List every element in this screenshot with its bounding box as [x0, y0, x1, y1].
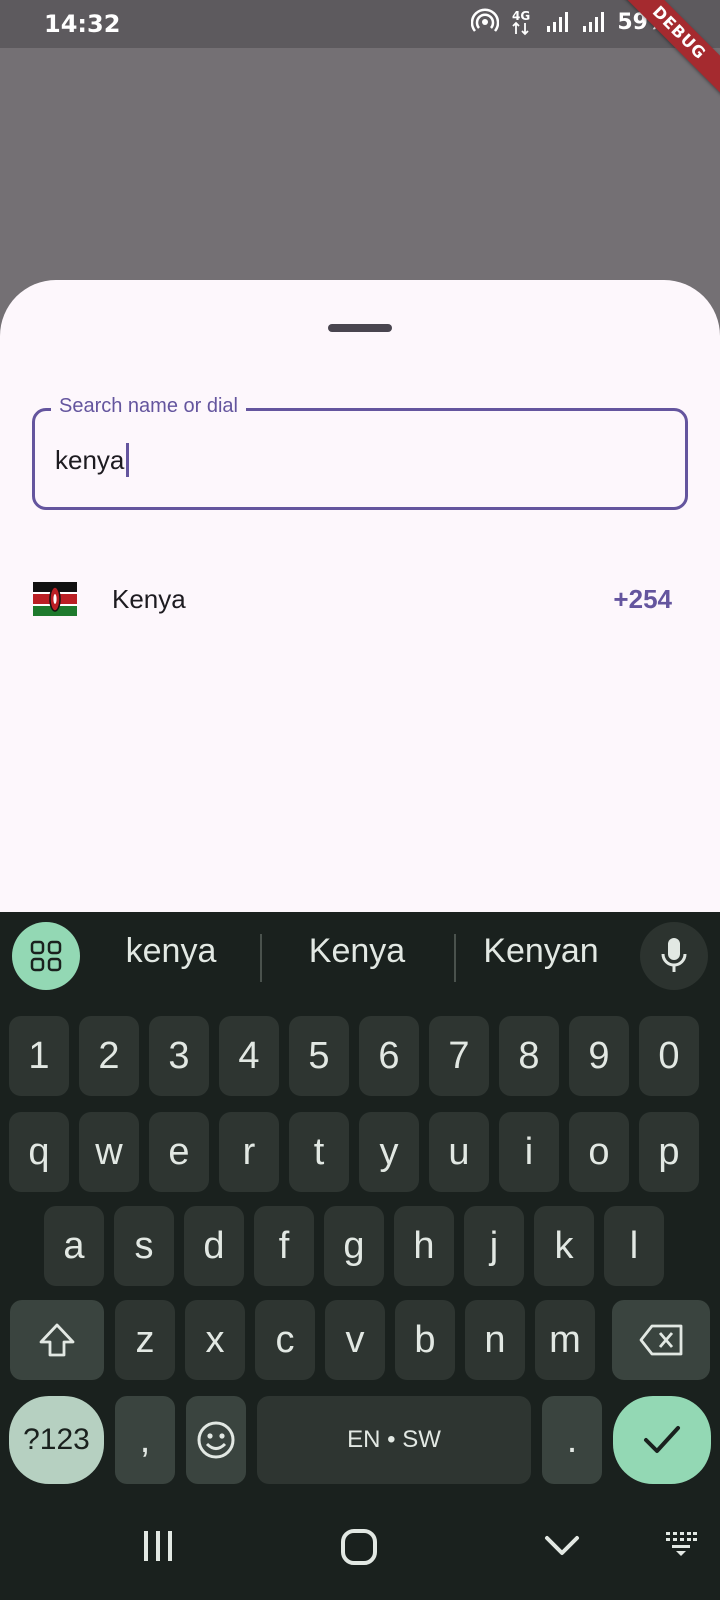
letter-key-w[interactable]: w [79, 1112, 139, 1192]
backspace-icon [639, 1324, 683, 1356]
hotspot-icon [471, 8, 500, 32]
search-field[interactable]: Search name or dial kenya [32, 395, 688, 510]
letter-key-b[interactable]: b [395, 1300, 455, 1380]
suggestion-bar: kenya Kenya Kenyan [0, 912, 720, 1012]
recents-button[interactable] [140, 1528, 176, 1564]
number-key-9[interactable]: 9 [569, 1016, 629, 1096]
number-key-8[interactable]: 8 [499, 1016, 559, 1096]
letter-key-t[interactable]: t [289, 1112, 349, 1192]
suggestion-3[interactable]: Kenyan [456, 932, 626, 971]
checkmark-icon [644, 1426, 680, 1453]
letter-key-e[interactable]: e [149, 1112, 209, 1192]
backspace-key[interactable] [612, 1300, 710, 1380]
search-input[interactable]: kenya [55, 443, 130, 477]
microphone-icon [661, 938, 687, 972]
letter-key-y[interactable]: y [359, 1112, 419, 1192]
letter-key-j[interactable]: j [464, 1206, 524, 1286]
number-key-2[interactable]: 2 [79, 1016, 139, 1096]
shift-icon [39, 1323, 75, 1357]
letter-key-m[interactable]: m [535, 1300, 595, 1380]
voice-input-button[interactable] [640, 922, 708, 990]
signal-icon [547, 12, 569, 32]
comma-key[interactable]: , [115, 1396, 175, 1484]
hide-keyboard-button[interactable] [542, 1528, 582, 1564]
dial-code: +254 [613, 584, 672, 614]
letter-key-a[interactable]: a [44, 1206, 104, 1286]
country-picker-sheet: Search name or dial kenya Kenya +254 [0, 280, 720, 912]
recents-icon [144, 1531, 172, 1561]
letter-key-x[interactable]: x [185, 1300, 245, 1380]
chevron-down-icon [545, 1536, 579, 1555]
space-key[interactable]: EN • SW [257, 1396, 531, 1484]
signal-icon-2 [583, 12, 605, 32]
letter-key-c[interactable]: c [255, 1300, 315, 1380]
navigation-bar [0, 1500, 720, 1600]
search-label: Search name or dial [51, 395, 246, 418]
grid-icon [30, 940, 62, 972]
suggestion-divider [260, 934, 262, 982]
letter-key-i[interactable]: i [499, 1112, 559, 1192]
period-key[interactable]: . [542, 1396, 602, 1484]
letter-key-h[interactable]: h [394, 1206, 454, 1286]
country-list-item[interactable]: Kenya +254 [0, 570, 720, 642]
svg-text:4G: 4G [512, 9, 530, 23]
number-key-1[interactable]: 1 [9, 1016, 69, 1096]
emoji-key[interactable] [186, 1396, 246, 1484]
drag-handle[interactable] [328, 324, 392, 332]
letter-key-f[interactable]: f [254, 1206, 314, 1286]
number-key-0[interactable]: 0 [639, 1016, 699, 1096]
letter-key-d[interactable]: d [184, 1206, 244, 1286]
4g-icon: 4G [512, 9, 531, 36]
letter-key-g[interactable]: g [324, 1206, 384, 1286]
status-time: 14:32 [44, 10, 121, 38]
search-input-value: kenya [55, 444, 125, 475]
status-bar: 14:32 4G 59% DEBUG [0, 0, 720, 96]
shift-key[interactable] [10, 1300, 104, 1380]
letter-key-k[interactable]: k [534, 1206, 594, 1286]
done-key[interactable] [613, 1396, 711, 1484]
letter-key-u[interactable]: u [429, 1112, 489, 1192]
number-key-7[interactable]: 7 [429, 1016, 489, 1096]
letter-key-z[interactable]: z [115, 1300, 175, 1380]
number-key-6[interactable]: 6 [359, 1016, 419, 1096]
home-icon [341, 1529, 377, 1565]
kenya-flag-icon [33, 582, 77, 616]
text-caret [126, 443, 130, 477]
letter-key-v[interactable]: v [325, 1300, 385, 1380]
keyboard-apps-button[interactable] [12, 922, 80, 990]
suggestion-1[interactable]: kenya [86, 932, 256, 971]
symbols-key[interactable]: ?123 [9, 1396, 104, 1484]
suggestion-2[interactable]: Kenya [272, 932, 442, 971]
letter-key-o[interactable]: o [569, 1112, 629, 1192]
letter-key-n[interactable]: n [465, 1300, 525, 1380]
number-key-3[interactable]: 3 [149, 1016, 209, 1096]
letter-key-s[interactable]: s [114, 1206, 174, 1286]
country-name: Kenya [112, 584, 186, 614]
soft-keyboard: kenya Kenya Kenyan 1234567890 qwertyuiop… [0, 912, 720, 1600]
letter-key-r[interactable]: r [219, 1112, 279, 1192]
letter-key-l[interactable]: l [604, 1206, 664, 1286]
keyboard-icon [666, 1532, 697, 1556]
emoji-icon [197, 1421, 235, 1459]
letter-key-p[interactable]: p [639, 1112, 699, 1192]
number-key-4[interactable]: 4 [219, 1016, 279, 1096]
keyboard-switch-button[interactable] [664, 1528, 698, 1558]
home-button[interactable] [340, 1528, 378, 1566]
number-key-5[interactable]: 5 [289, 1016, 349, 1096]
letter-key-q[interactable]: q [9, 1112, 69, 1192]
